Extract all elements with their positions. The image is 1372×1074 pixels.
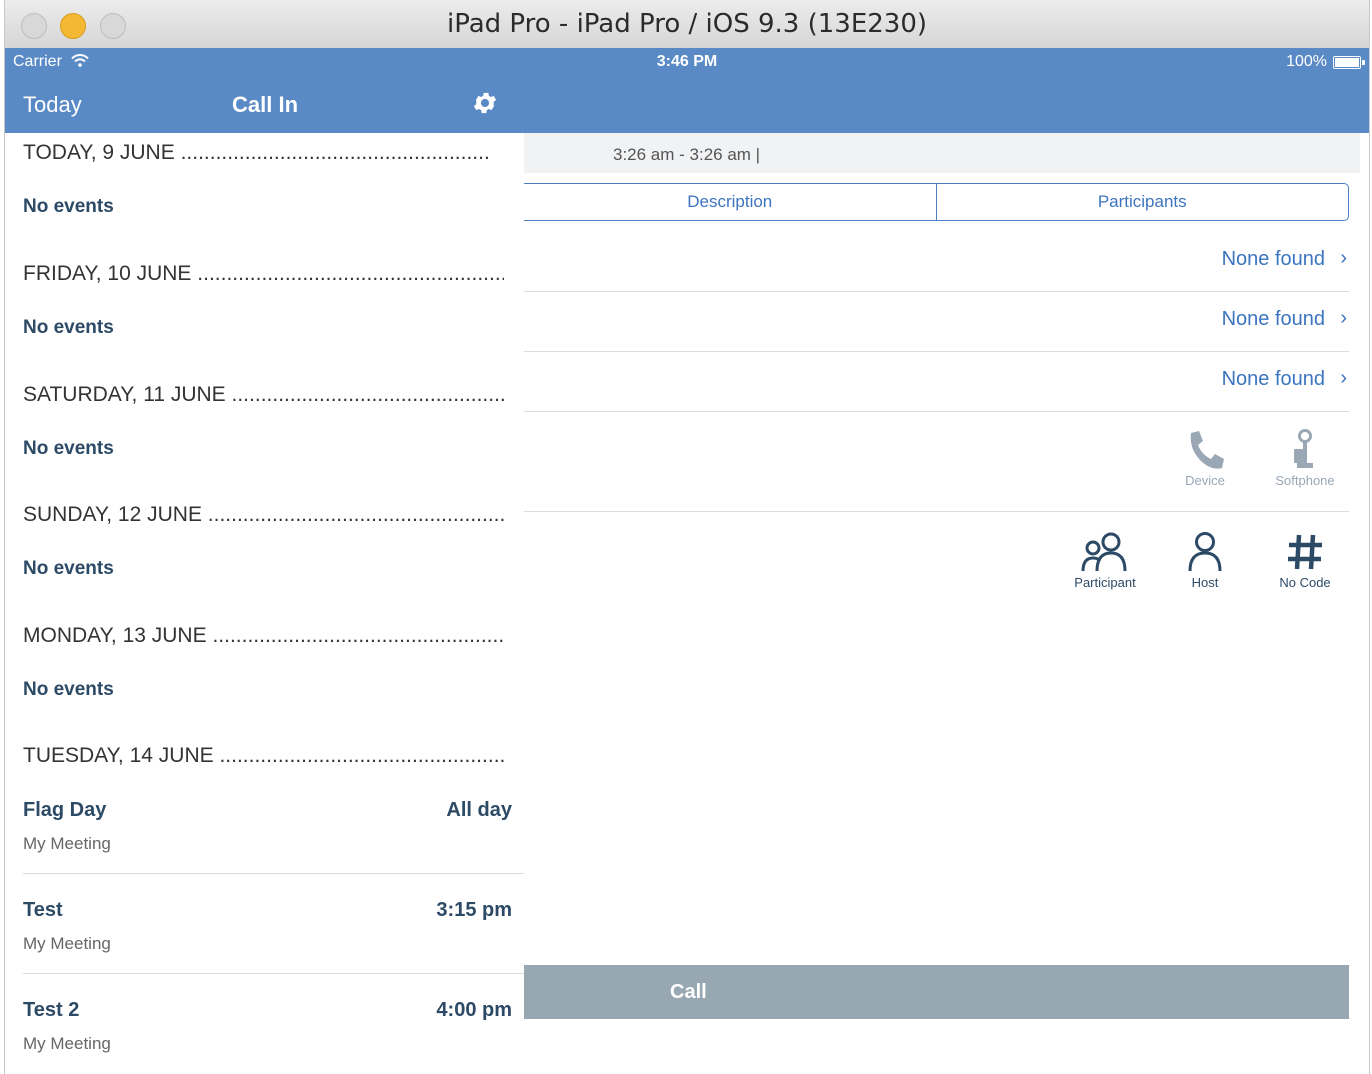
day-header: SUNDAY, 12 JUNE ........................… [23,503,504,526]
battery-nub [1362,60,1365,65]
day-label: TUESDAY, 14 JUNE [23,744,214,767]
event-subtitle: My Meeting [23,934,111,953]
day-header: TODAY, 9 JUNE ..........................… [23,141,490,164]
today-button[interactable]: Today [23,92,82,118]
time-range-bar: 3:26 am - 3:26 am | [524,133,1360,173]
softphone-label: Softphone [1275,473,1335,488]
no-code-label: No Code [1279,575,1331,590]
day-label: SUNDAY, 12 JUNE [23,503,202,526]
day-header: SATURDAY, 11 JUNE ......................… [23,383,504,406]
event-item[interactable]: Test 3:15 pm My Meeting [23,899,512,999]
day-label: SATURDAY, 11 JUNE [23,383,226,406]
simulator-window: iPad Pro - iPad Pro / iOS 9.3 (13E230) C… [4,0,1370,1074]
detail-row-1[interactable]: None found › [524,231,1349,292]
event-time: 3:15 pm [436,899,512,921]
event-divider [23,873,524,874]
hash-icon [1288,534,1322,570]
no-events-label: No events [23,438,114,459]
row-value: None found [1221,308,1325,330]
no-events-label: No events [23,317,114,338]
event-title: Test 2 [23,999,80,1021]
window-title: iPad Pro - iPad Pro / iOS 9.3 (13E230) [446,9,928,39]
day-label: FRIDAY, 10 JUNE [23,262,192,285]
tab-participants[interactable]: Participants [935,184,1349,220]
row-value: None found [1221,248,1325,270]
event-subtitle: My Meeting [23,1034,111,1053]
time-range-text: 3:26 am - 3:26 am | [613,145,761,164]
event-item[interactable]: Test 2 4:00 pm My Meeting [23,999,512,1074]
nav-title: Call In [232,92,299,117]
call-button-label: Call [670,981,707,1003]
detail-segmented-control: Description Participants [524,183,1349,221]
event-item[interactable]: Flag Day All day My Meeting [23,799,512,899]
no-code-button[interactable]: No Code [1260,531,1350,590]
no-events-label: No events [23,679,114,700]
phone-icon [1190,431,1224,469]
event-title: Flag Day [23,799,107,821]
call-button[interactable]: Call [524,965,1349,1019]
detail-row-3[interactable]: None found › [524,351,1349,412]
participant-label: Participant [1074,575,1136,590]
host-label: Host [1191,575,1219,590]
ios-status-bar: Carrier 3:46 PM 100% [5,48,1369,76]
gear-icon[interactable] [471,89,499,117]
status-time: 3:46 PM [656,53,718,70]
day-header: FRIDAY, 10 JUNE ........................… [23,262,504,285]
participants-icon [1081,532,1127,572]
day-label: TODAY, 9 JUNE [23,141,175,164]
day-header: MONDAY, 13 JUNE ........................… [23,624,504,647]
softphone-button[interactable]: Softphone [1260,429,1350,488]
day-header: TUESDAY, 14 JUNE .......................… [23,744,504,767]
no-events-label: No events [23,558,114,579]
event-divider [23,973,524,974]
event-title: Test [23,899,63,921]
navigation-bar: Today Call In [5,76,1369,133]
chevron-right-icon: › [1340,247,1347,269]
host-button[interactable]: Host [1160,531,1250,590]
host-icon [1188,532,1222,572]
row-value: None found [1221,368,1325,390]
battery-icon [1333,56,1361,69]
tab-description[interactable]: Description [524,184,936,220]
battery-percentage: 100% [1286,53,1327,70]
agenda-sidebar: TODAY, 9 JUNE ..........................… [5,133,524,1074]
detail-row-2[interactable]: None found › [524,291,1349,352]
device-button[interactable]: Device [1160,429,1250,488]
event-time: 4:00 pm [436,999,512,1021]
event-subtitle: My Meeting [23,834,111,853]
meeting-detail-pane: 3:26 am - 3:26 am | Description Particip… [524,133,1369,1074]
call-via-row: Device Softphone [524,411,1349,512]
chevron-right-icon: › [1340,307,1347,329]
device-label: Device [1185,473,1225,488]
day-label: MONDAY, 13 JUNE [23,624,207,647]
chevron-right-icon: › [1340,367,1347,389]
event-time: All day [446,799,512,821]
softphone-icon [1294,429,1313,468]
participant-button[interactable]: Participant [1060,531,1150,590]
no-events-label: No events [23,196,114,217]
window-titlebar: iPad Pro - iPad Pro / iOS 9.3 (13E230) [5,0,1369,49]
